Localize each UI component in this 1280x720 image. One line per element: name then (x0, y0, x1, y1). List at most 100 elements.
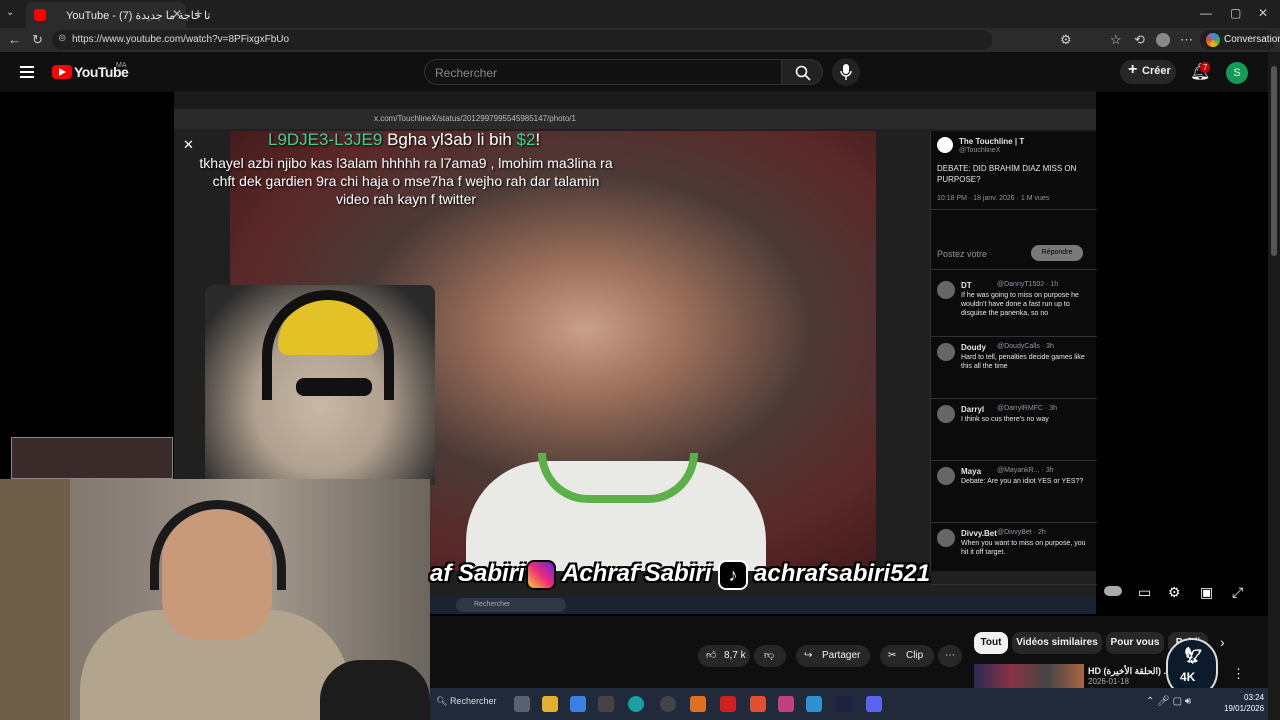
search-button[interactable] (781, 59, 823, 85)
touchline-avatar (937, 137, 953, 153)
suggestion-more-icon[interactable]: ⋮ (1232, 666, 1245, 682)
next-app-icon[interactable] (836, 696, 852, 712)
reply-name: DT (961, 281, 972, 290)
voice-search-button[interactable] (832, 58, 860, 86)
instagram-icon (526, 560, 556, 590)
reply-name: Doudy (961, 343, 986, 352)
country-code: MA (116, 62, 127, 69)
miniplayer-icon[interactable]: ▣ (1200, 584, 1213, 601)
subtitles-icon[interactable]: ▭ (1138, 584, 1151, 601)
fullscreen-icon[interactable]: ⤢ (1232, 584, 1243, 601)
reply-text: Hard to tell, penalties decide games lik… (961, 354, 1085, 370)
favorites-icon[interactable]: ☆ (1110, 32, 1122, 48)
minimize-icon[interactable]: — (1200, 6, 1212, 20)
tab-list-chevron-icon[interactable]: ⌄ (6, 7, 14, 18)
account-avatar[interactable]: S (1226, 62, 1248, 84)
tweet-handle: @TouchlineX (959, 147, 1001, 154)
clip-button[interactable]: ✂ Clip (880, 645, 934, 667)
taskbar-search-label[interactable]: 🔍︎ Rechercher (436, 696, 496, 707)
more-actions-icon[interactable]: ⋯ (938, 645, 962, 667)
page-scrollbar[interactable] (1268, 52, 1280, 720)
discord-icon[interactable] (866, 696, 882, 712)
share-button[interactable]: ↪ Partager (796, 645, 870, 667)
tweet-reply: Doudy @DoudyCalls · 3h Hard to tell, penal… (931, 337, 1097, 399)
mini-preview-thumbnail (11, 437, 173, 479)
tweet-text: DEBATE: DID BRAHIM DIAZ MISS ON PURPOSE? (937, 164, 1077, 184)
youtube-header: YouTube MA Rechercher + Créer 🔔︎ (0, 52, 1280, 92)
chip-for-you[interactable]: Pour vous (1106, 632, 1164, 654)
suggested-title: HD (الحلقة الأخيرة) ... (1088, 666, 1172, 676)
copilot-conversation-button[interactable]: Conversation (1200, 30, 1280, 50)
task-view-icon[interactable] (514, 696, 530, 712)
like-button[interactable]: 👍︎ 8,7 k (698, 645, 750, 667)
reload-icon[interactable]: ↻ (32, 32, 43, 48)
video-inner-addressbar: x.com/TouchlineX/status/2012997995545985… (174, 109, 1096, 129)
tweet-author: The Touchline | T (959, 137, 1025, 146)
alert-amount: $2 (516, 130, 536, 149)
app-icon-pink[interactable] (778, 696, 794, 712)
hamburger-menu-icon[interactable] (20, 66, 34, 78)
create-button[interactable]: + Créer (1120, 60, 1176, 84)
taskbar-time: 03:24 (1244, 693, 1265, 702)
tweet-replies-list: DT @DannyT1502 · 1h If he was going to mis… (931, 275, 1097, 585)
share-label: Partager (822, 650, 861, 661)
new-tab-icon[interactable]: + (194, 5, 202, 21)
system-tray-icons[interactable]: ⌃ 🎤︎ ▢ 🔊︎ (1146, 696, 1191, 707)
app-icon-blue[interactable] (806, 696, 822, 712)
app-icon-red[interactable] (720, 696, 736, 712)
reply-text: I think so cus there's no way (961, 416, 1049, 423)
address-bar[interactable]: ⊜ https://www.youtube.com/watch?v=8PFixg… (52, 30, 992, 50)
autoplay-toggle[interactable] (1104, 586, 1122, 596)
search-input[interactable]: Rechercher (424, 59, 782, 85)
extensions-icon[interactable]: ⚙ (1060, 32, 1072, 48)
youtube-logo-icon[interactable] (52, 65, 72, 79)
profile-icon[interactable] (1156, 33, 1170, 47)
brave-icon[interactable] (750, 696, 766, 712)
file-explorer-icon[interactable] (542, 696, 558, 712)
reply-name: Darryl (961, 405, 985, 414)
reply-avatar (937, 405, 955, 423)
settings-gear-icon[interactable]: ⚙ (1168, 584, 1181, 601)
plus-icon: + (1128, 61, 1138, 78)
reply-handle: @DoudyCalls · 3h (997, 343, 1054, 350)
site-info-icon[interactable]: ⊜ (58, 33, 66, 44)
alert-text: Bgha yl3ab li bih (382, 130, 517, 149)
edge-icon[interactable] (628, 696, 644, 712)
reply-avatar (937, 529, 955, 547)
window-close-icon[interactable]: ✕ (1258, 6, 1268, 20)
clip-label: Clip (906, 650, 924, 661)
reply-avatar (937, 281, 955, 299)
chip-related[interactable]: Vidéos similaires (1012, 632, 1102, 654)
scrollbar-thumb[interactable] (1271, 66, 1277, 256)
taskbar-clock[interactable]: 03:24 19/01/2026 (1224, 692, 1264, 714)
chip-all[interactable]: Tout (974, 632, 1008, 654)
history-icon[interactable]: ⟲ (1134, 32, 1145, 48)
search-placeholder: Rechercher (435, 66, 498, 80)
more-icon[interactable]: ⋯ (1180, 32, 1193, 48)
obs-icon[interactable] (660, 696, 676, 712)
share-icon: ↪ (804, 650, 813, 661)
maximize-icon[interactable]: ▢ (1230, 6, 1241, 20)
calendar-icon[interactable] (598, 696, 614, 712)
tab-close-icon[interactable]: ✕ (172, 7, 182, 21)
donation-alert-title: L9DJE3-L3JE9 Bgha yl3ab li bih $2! (268, 130, 540, 150)
divider (931, 209, 1097, 210)
back-icon[interactable]: ← (8, 32, 21, 47)
chips-next-icon[interactable]: › (1220, 634, 1225, 650)
microphone-icon (840, 64, 852, 80)
taskbar-date: 19/01/2026 (1224, 704, 1265, 713)
browser-tab-youtube[interactable]: YouTube - (7) تا حاجة ما جديدة ✕ (26, 2, 210, 28)
thumbs-up-icon: 👍︎ (706, 650, 717, 661)
reply-avatar (937, 343, 955, 361)
store-icon[interactable] (570, 696, 586, 712)
overlay-close-icon: ✕ (183, 137, 194, 152)
app-icon-orange[interactable] (690, 696, 706, 712)
reply-handle: @DivvyBet · 2h (997, 529, 1046, 536)
divider (931, 269, 1097, 270)
reply-name: Divvy.Bet (961, 529, 997, 538)
copilot-icon (1206, 33, 1220, 47)
reply-name: Maya (961, 467, 982, 476)
reply-text: When you want to miss on purpose, you hi… (961, 540, 1086, 556)
dislike-button[interactable]: 👎︎ (754, 645, 786, 667)
video-inner-search: Rechercher (456, 598, 566, 612)
